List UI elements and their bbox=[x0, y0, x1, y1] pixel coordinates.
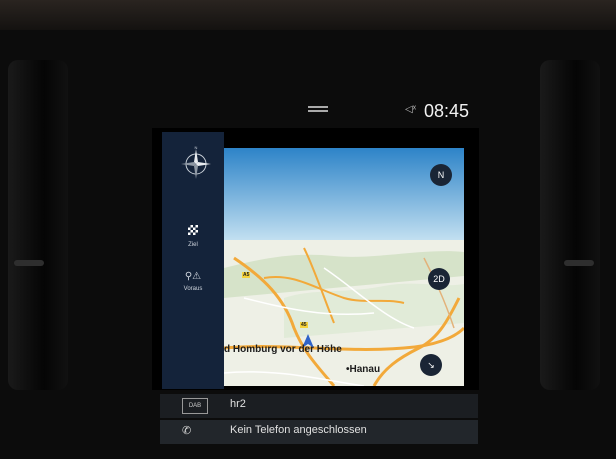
side-item-label: Ziel bbox=[188, 242, 198, 248]
status-bar: ◁ˣ 08:45 bbox=[150, 100, 480, 130]
dashboard-top bbox=[0, 0, 616, 30]
map-north-button[interactable]: N bbox=[430, 164, 452, 186]
car-dashboard-photo: ◁ˣ 08:45 N Ziel ⚲⚠ Voraus d Homburg vor … bbox=[0, 0, 616, 459]
road-badge: A5 bbox=[242, 272, 251, 278]
radio-source-icon: DAB bbox=[182, 398, 208, 414]
pin-warning-icon: ⚲⚠ bbox=[184, 271, 202, 282]
expand-map-button[interactable]: ↘ bbox=[420, 354, 442, 376]
right-air-vent bbox=[540, 60, 600, 390]
infotainment-screen: N Ziel ⚲⚠ Voraus d Homburg vor der Höhe … bbox=[152, 128, 479, 390]
side-item-destination[interactable]: Ziel bbox=[162, 222, 224, 248]
vent-slot bbox=[564, 260, 594, 266]
navigation-side-panel: N Ziel ⚲⚠ Voraus bbox=[162, 132, 224, 389]
clock: 08:45 bbox=[424, 101, 470, 121]
phone-status-label: Kein Telefon angeschlossen bbox=[230, 424, 367, 436]
navigation-map[interactable]: d Homburg vor der Höhe •Hanau 45 A5 N 2D… bbox=[224, 148, 464, 386]
view-mode-2d-button[interactable]: 2D bbox=[428, 268, 450, 290]
side-item-label: Voraus bbox=[183, 286, 203, 292]
radio-row[interactable]: DAB hr2 bbox=[160, 394, 478, 418]
vent-slot bbox=[14, 260, 44, 266]
volume-muted-icon: ◁ˣ bbox=[405, 104, 416, 115]
road-badge: 45 bbox=[300, 322, 308, 328]
checkered-flag-icon bbox=[188, 225, 198, 235]
left-air-vent bbox=[8, 60, 68, 390]
side-item-ahead[interactable]: ⚲⚠ Voraus bbox=[162, 266, 224, 292]
phone-row[interactable]: ✆ Kein Telefon angeschlossen bbox=[160, 420, 478, 444]
map-label-city: •Hanau bbox=[346, 364, 381, 375]
radio-station-label: hr2 bbox=[230, 398, 246, 410]
svg-text:N: N bbox=[195, 146, 198, 150]
compass-icon[interactable]: N bbox=[178, 146, 214, 182]
map-label-city: d Homburg vor der Höhe bbox=[224, 344, 342, 355]
pull-down-handle-icon[interactable] bbox=[308, 106, 328, 108]
phone-icon: ✆ bbox=[182, 425, 192, 437]
